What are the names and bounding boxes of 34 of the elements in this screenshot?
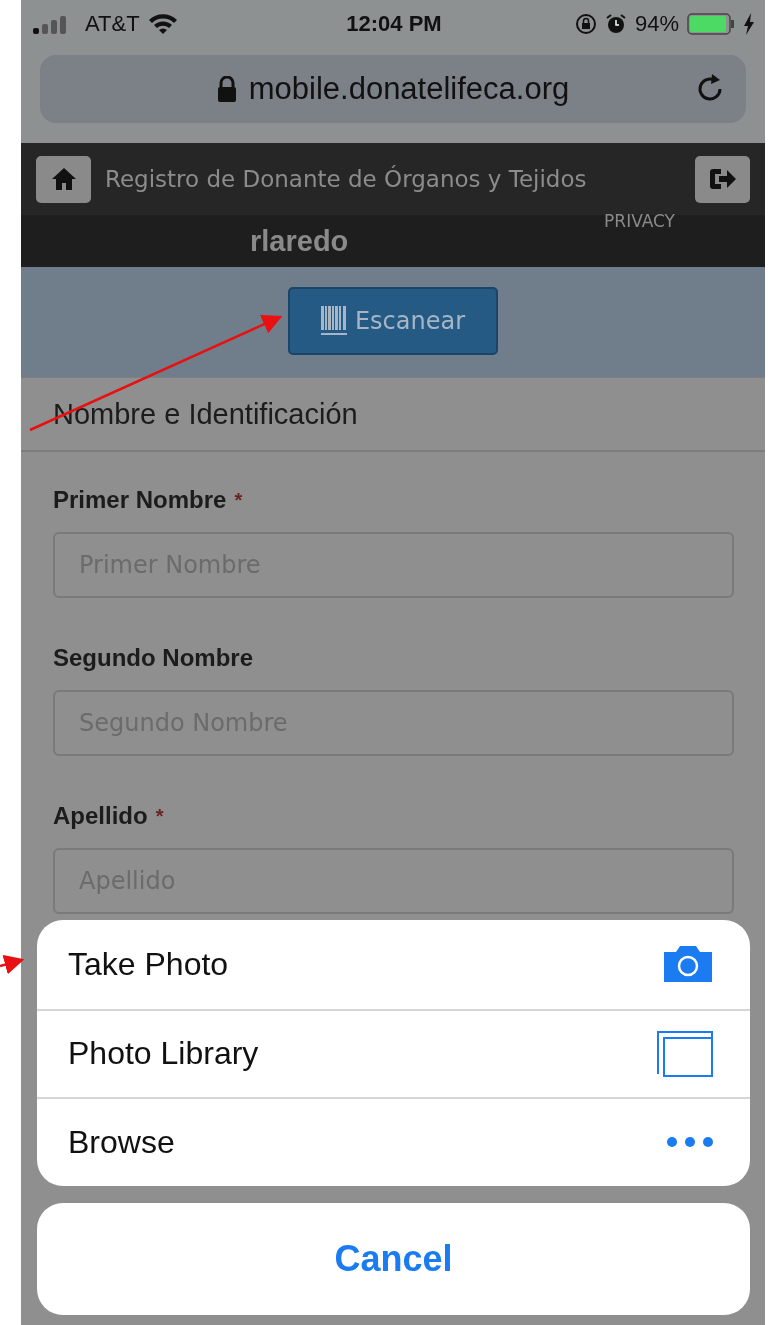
rotation-lock-icon: [574, 12, 597, 35]
logout-button[interactable]: [695, 155, 750, 203]
photo-library-icon: [656, 1029, 714, 1078]
annotation-arrow: [0, 954, 25, 975]
action-sheet-option[interactable]: Browse: [37, 1097, 750, 1186]
url-text: mobile.donatelifeca.org: [248, 71, 570, 107]
camera-icon: [662, 944, 714, 985]
lock-icon: [216, 76, 237, 102]
wifi-icon: [147, 12, 178, 35]
logout-icon: [708, 167, 737, 191]
address-bar[interactable]: mobile.donatelifeca.org: [40, 55, 746, 123]
carrier-name: AT&T: [85, 10, 140, 37]
barcode-icon: [320, 306, 347, 336]
username: rlaredo: [250, 225, 349, 258]
field-label: Primer Nombre: [53, 486, 227, 514]
privacy-link[interactable]: PRIVACY: [604, 211, 675, 231]
action-sheet-option[interactable]: Take Photo: [37, 920, 750, 1009]
clock-time: 12:04 PM: [346, 10, 442, 37]
scan-button[interactable]: Escanear: [288, 287, 498, 355]
required-mark: *: [234, 488, 243, 512]
page-title: Registro de Donante de Órganos y Tejidos: [105, 166, 588, 192]
field-label: Apellido: [53, 802, 148, 830]
field-label: Segundo Nombre: [53, 644, 253, 672]
section-title: Nombre e Identificación: [21, 378, 765, 452]
home-button[interactable]: [36, 155, 91, 203]
action-sheet-option[interactable]: Photo Library: [37, 1008, 750, 1097]
home-icon: [50, 167, 77, 191]
required-mark: *: [155, 804, 164, 828]
cancel-button[interactable]: Cancel: [37, 1202, 750, 1315]
more-icon: [666, 1136, 714, 1149]
battery-percent: 94%: [634, 10, 679, 37]
battery-icon: [687, 12, 735, 35]
alarm-icon: [604, 12, 627, 35]
charging-bolt-icon: [743, 12, 755, 35]
